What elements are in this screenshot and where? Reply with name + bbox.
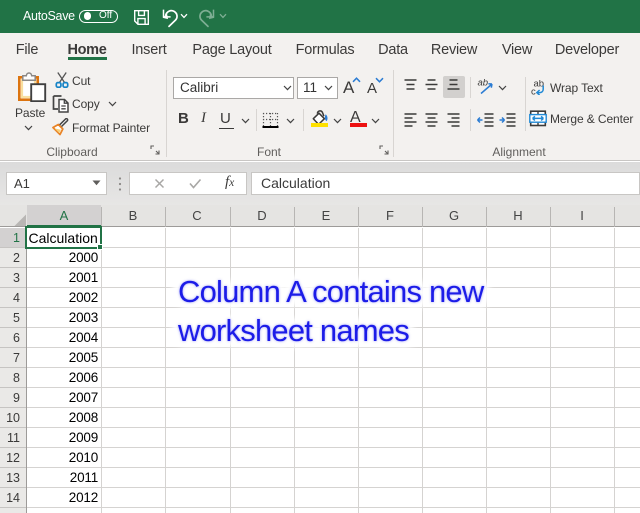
- svg-text:ab: ab: [478, 78, 489, 89]
- svg-text:c: c: [531, 87, 536, 96]
